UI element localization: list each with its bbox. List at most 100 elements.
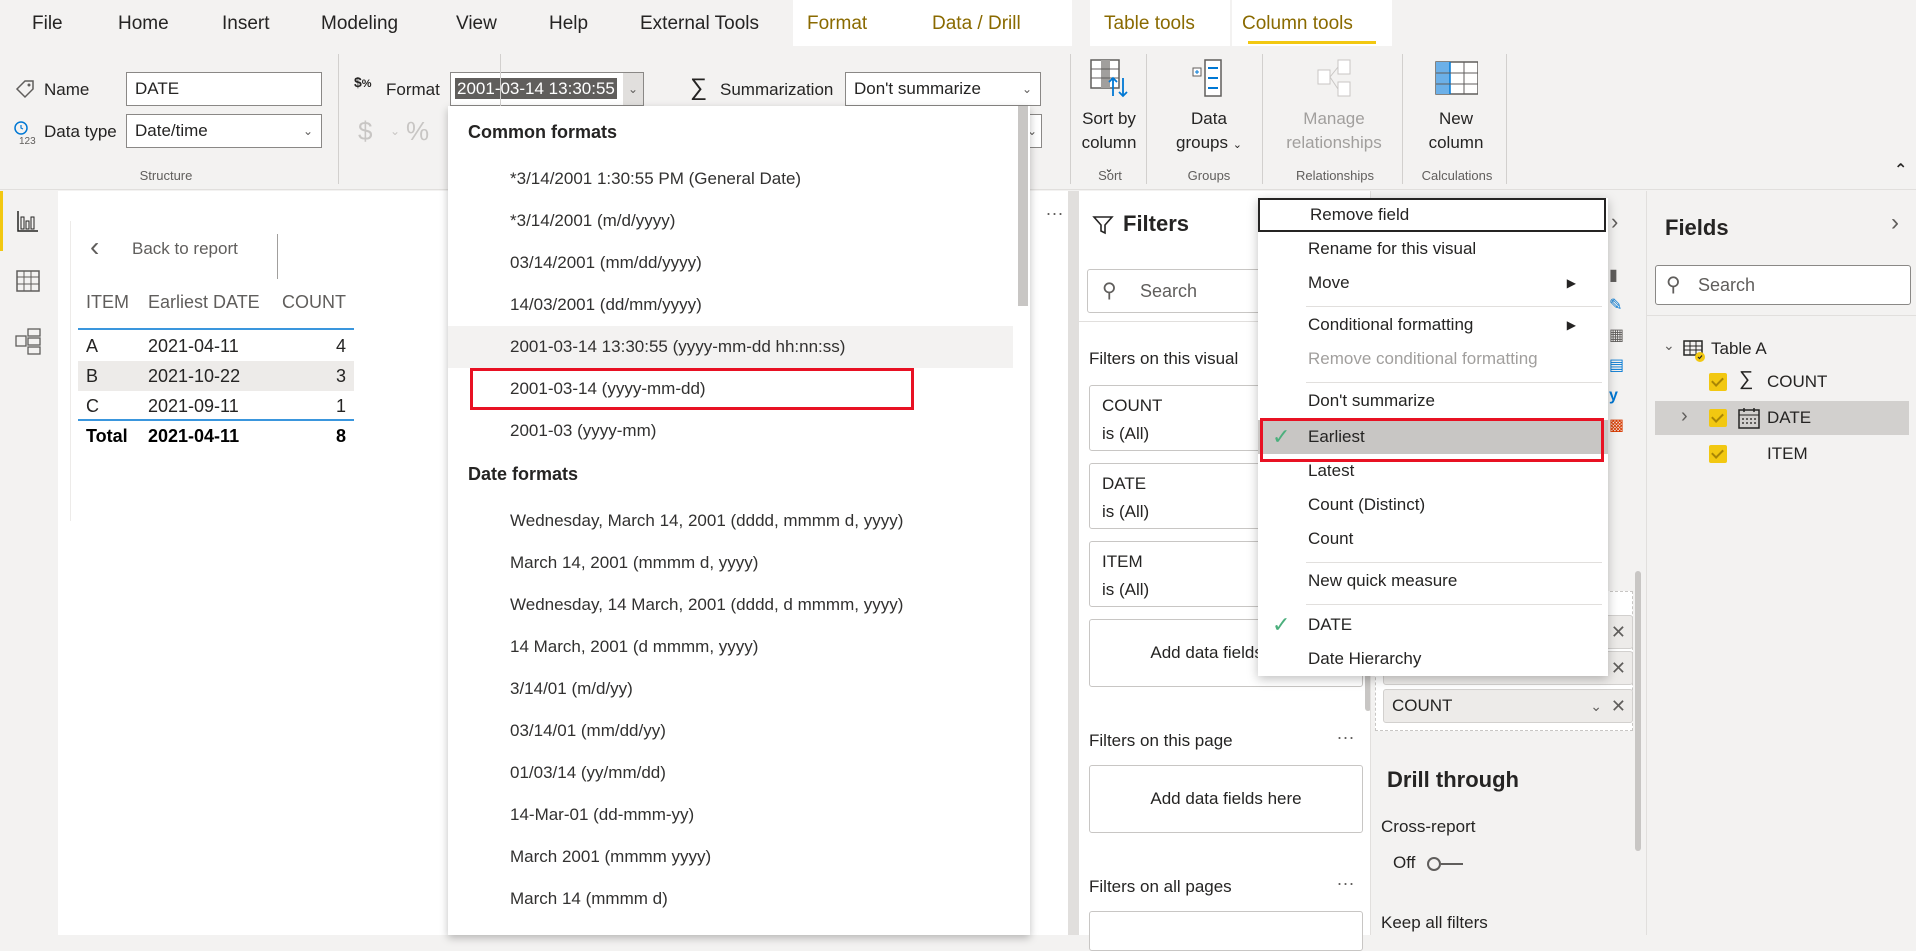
table-icon[interactable]: ▦	[1609, 321, 1624, 351]
menu-item-count-distinct[interactable]: Count (Distinct)	[1258, 488, 1608, 522]
menu-item-date-hierarchy[interactable]: Date Hierarchy	[1258, 642, 1608, 676]
field-checkbox[interactable]	[1709, 445, 1727, 463]
menu-item-earliest[interactable]: ✓ Earliest	[1258, 420, 1608, 454]
format-option[interactable]: March 2001 (mmmm yyyy)	[448, 836, 1013, 878]
data-view-icon[interactable]	[12, 265, 44, 297]
remove-field-icon[interactable]: ✕	[1611, 652, 1626, 684]
format-option-yyyy-mm-dd[interactable]: 2001-03-14 (yyyy-mm-dd)	[448, 368, 1013, 410]
tab-view[interactable]: View	[442, 0, 511, 46]
field-checkbox[interactable]	[1709, 373, 1727, 391]
field-item-date[interactable]: › DATE	[1655, 401, 1909, 435]
more-options-icon[interactable]: ...	[1046, 199, 1064, 220]
matrix-icon[interactable]: ▤	[1609, 351, 1624, 381]
format-option[interactable]: 01/03/14 (yy/mm/dd)	[448, 752, 1013, 794]
field-item-count[interactable]: ∑ COUNT	[1655, 365, 1909, 399]
format-option-hovered[interactable]: 2001-03-14 13:30:55 (yyyy-mm-dd hh:nn:ss…	[448, 326, 1013, 368]
new-column-button[interactable]: New column	[1416, 56, 1496, 155]
python-visual-icon[interactable]: y	[1609, 381, 1624, 411]
tab-column-tools[interactable]: Column tools	[1232, 0, 1392, 46]
back-to-report-button[interactable]: ‹ Back to report	[90, 231, 290, 267]
tab-home[interactable]: Home	[104, 0, 183, 46]
menu-item-new-quick-measure[interactable]: New quick measure	[1258, 564, 1608, 598]
format-option[interactable]: 3/14/01 (m/d/yy)	[448, 668, 1013, 710]
chevron-up-icon[interactable]: ⌃	[1894, 160, 1907, 180]
table-node-table-a[interactable]: ⌄ Table A	[1663, 337, 1903, 363]
name-input[interactable]: DATE	[126, 72, 322, 106]
chevron-right-icon[interactable]: ›	[1681, 405, 1688, 428]
report-view-icon[interactable]	[12, 205, 44, 237]
field-checkbox[interactable]	[1709, 409, 1727, 427]
format-dropdown-list: Common formats *3/14/2001 1:30:55 PM (Ge…	[448, 106, 1030, 935]
custom-visual-icon[interactable]: ▩	[1609, 411, 1624, 441]
menu-item-remove-field[interactable]: Remove field	[1258, 198, 1606, 232]
more-options-icon[interactable]: ...	[1337, 869, 1355, 890]
tab-external-tools[interactable]: External Tools	[626, 0, 773, 46]
table-row[interactable]: C 2021-09-11 1	[78, 391, 354, 421]
tab-file[interactable]: File	[18, 0, 77, 46]
format-option[interactable]: 14/03/2001 (dd/mm/yyyy)	[448, 284, 1013, 326]
format-option[interactable]: Wednesday, March 14, 2001 (dddd, mmmm d,…	[448, 500, 1013, 542]
format-dropdown-scrollbar[interactable]	[1016, 106, 1030, 935]
cell-count: 4	[335, 336, 346, 356]
values-well-field-count[interactable]: COUNT ⌄ ✕	[1383, 689, 1633, 723]
table-row[interactable]: A 2021-04-11 4	[78, 331, 354, 361]
scrollbar-thumb[interactable]	[1018, 106, 1028, 306]
format-option[interactable]: 03/14/2001 (mm/dd/yyyy)	[448, 242, 1013, 284]
table-header-count[interactable]: COUNT	[282, 287, 346, 317]
viz-icon[interactable]: ✎	[1609, 291, 1624, 321]
percent-button[interactable]: %	[406, 116, 429, 147]
sort-by-column-button[interactable]: Sort by column ⌄	[1076, 56, 1142, 181]
add-fields-page-dropzone[interactable]: Add data fields here	[1089, 765, 1363, 833]
data-groups-button[interactable]: Data groups ⌄	[1172, 56, 1246, 157]
remove-field-icon[interactable]: ✕	[1611, 690, 1626, 722]
format-option[interactable]: March 14, 2001 (mmmm d, yyyy)	[448, 542, 1013, 584]
menu-item-move[interactable]: Move ▶	[1258, 266, 1608, 300]
format-option[interactable]: *3/14/2001 (m/d/yyyy)	[448, 200, 1013, 242]
chevron-right-icon[interactable]: ›	[1611, 209, 1618, 235]
menu-item-date[interactable]: ✓ DATE	[1258, 608, 1608, 642]
table-header-date[interactable]: Earliest DATE	[148, 287, 260, 317]
format-option[interactable]: 14-Mar-01 (dd-mmm-yy)	[448, 794, 1013, 836]
format-option[interactable]: March 14 (mmmm d)	[448, 878, 1013, 920]
format-option[interactable]: Wednesday, 14 March, 2001 (dddd, d mmmm,…	[448, 584, 1013, 626]
format-option[interactable]: 2001-03 (yyyy-mm)	[448, 410, 1013, 452]
datatype-select[interactable]: Date/time ⌄	[126, 114, 322, 148]
more-options-icon[interactable]: ...	[1337, 723, 1355, 744]
chevron-down-icon[interactable]: ⌄	[1663, 337, 1675, 354]
tab-format[interactable]: Format	[793, 0, 933, 46]
format-option[interactable]: 14 March, 2001 (d mmmm, yyyy)	[448, 626, 1013, 668]
cross-report-toggle[interactable]: Off	[1393, 853, 1493, 877]
table-row[interactable]: B 2021-10-22 3	[78, 361, 354, 391]
group-label-groups: Groups	[1187, 168, 1231, 183]
left-nav	[0, 191, 56, 935]
tab-data-drill[interactable]: Data / Drill	[920, 0, 1072, 46]
tab-help[interactable]: Help	[535, 0, 602, 46]
format-option[interactable]: *3/14/2001 1:30:55 PM (General Date)	[448, 158, 1013, 200]
field-item-item[interactable]: ITEM	[1655, 437, 1909, 471]
manage-relationships-button[interactable]: Manage relationships	[1278, 56, 1390, 155]
fields-search-input[interactable]: ⚲ Search	[1655, 265, 1911, 305]
summarization-select[interactable]: Don't summarize ⌄	[845, 72, 1041, 106]
model-view-icon[interactable]	[12, 325, 44, 357]
menu-item-dont-summarize[interactable]: Don't summarize	[1258, 384, 1608, 418]
add-fields-all-pages-dropzone[interactable]	[1089, 911, 1363, 951]
viz-scrollbar[interactable]	[1635, 571, 1641, 851]
menu-item-conditional-formatting[interactable]: Conditional formatting ▶	[1258, 308, 1608, 342]
table-header-item[interactable]: ITEM	[86, 287, 129, 317]
format-option[interactable]: 03/14/01 (mm/dd/yy)	[448, 710, 1013, 752]
menu-item-rename[interactable]: Rename for this visual	[1258, 232, 1608, 266]
tab-insert[interactable]: Insert	[208, 0, 284, 46]
ribbon-divider	[1146, 54, 1147, 184]
viz-icon-strip: ▮ ✎ ▦ ▤ y ▩	[1609, 261, 1624, 441]
tab-table-tools[interactable]: Table tools	[1090, 0, 1230, 46]
chevron-right-icon[interactable]: ›	[1891, 209, 1899, 237]
menu-item-count[interactable]: Count	[1258, 522, 1608, 556]
menu-item-latest[interactable]: Latest	[1258, 454, 1608, 488]
format-select[interactable]: 2001-03-14 13:30:55 ⌄	[450, 72, 644, 106]
viz-icon[interactable]: ▮	[1609, 261, 1624, 291]
remove-field-icon[interactable]: ✕	[1611, 616, 1626, 648]
currency-button[interactable]: $	[358, 116, 372, 147]
tab-modeling[interactable]: Modeling	[307, 0, 412, 46]
chevron-down-icon[interactable]: ⌄	[1590, 690, 1602, 722]
sigma-icon: ∑	[690, 74, 708, 101]
